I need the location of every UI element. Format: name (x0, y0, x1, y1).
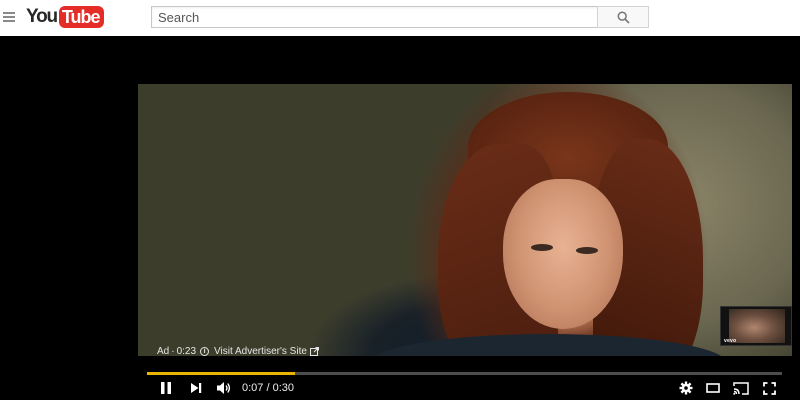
external-link-icon (309, 347, 319, 356)
video-wall-thumbnail[interactable]: vevo (720, 306, 792, 346)
logo-tube-text: Tube (58, 6, 104, 28)
progress-bar[interactable] (147, 372, 782, 375)
cast-icon (733, 381, 749, 395)
volume-icon (217, 382, 231, 394)
ad-dot: · (171, 346, 175, 357)
next-button[interactable] (187, 378, 205, 398)
cast-button[interactable] (731, 378, 751, 398)
masthead: You Tube (0, 0, 800, 36)
video-figure-eye-left (531, 244, 553, 251)
theater-mode-button[interactable] (704, 378, 722, 398)
time-display: 0:07 / 0:30 (242, 382, 294, 394)
fullscreen-icon (762, 381, 776, 395)
hamburger-menu-icon[interactable] (3, 12, 15, 22)
search-icon (617, 11, 630, 24)
ad-countdown: 0:23 (176, 346, 197, 357)
video-frame[interactable] (138, 84, 792, 356)
volume-button[interactable] (214, 378, 234, 398)
fullscreen-button[interactable] (760, 378, 778, 398)
pause-icon (161, 382, 171, 394)
youtube-logo[interactable]: You Tube (26, 6, 104, 28)
thumbnail-image (729, 309, 785, 343)
logo-you-text: You (26, 6, 58, 27)
gear-icon (679, 381, 693, 395)
info-icon[interactable]: i (200, 347, 210, 356)
ad-info-bar: Ad · 0:23 i Visit Advertiser's Site (157, 346, 319, 357)
search-input[interactable] (152, 7, 598, 27)
pause-button[interactable] (157, 378, 175, 398)
visit-advertiser-link[interactable]: Visit Advertiser's Site (214, 346, 307, 357)
vevo-badge: vevo (724, 338, 737, 344)
video-figure-face (503, 179, 623, 329)
search-box (151, 6, 598, 28)
search-button[interactable] (597, 6, 649, 28)
video-figure-eye-right (576, 247, 598, 254)
progress-played (147, 372, 296, 375)
next-icon (191, 383, 202, 393)
settings-button[interactable] (677, 378, 695, 398)
theater-mode-icon (706, 383, 720, 393)
ad-label: Ad (157, 346, 170, 357)
